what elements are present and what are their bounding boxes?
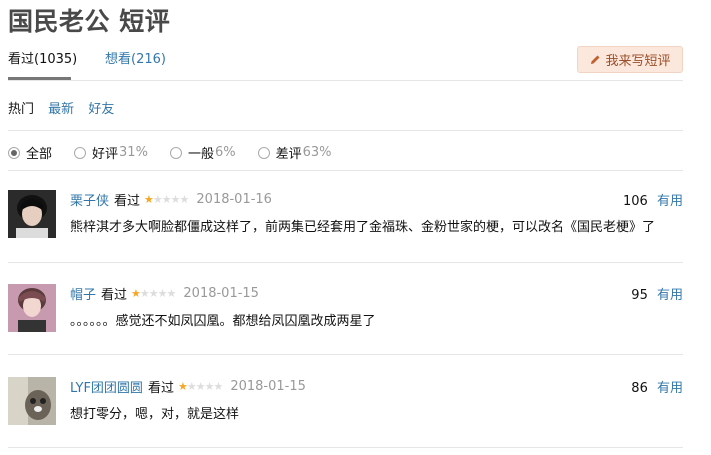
divider bbox=[8, 130, 683, 131]
star-icon: ★ bbox=[166, 287, 177, 300]
star-icon: ★ bbox=[144, 193, 154, 206]
filter-percentage: 6% bbox=[214, 145, 236, 160]
useful-button[interactable]: 有用 bbox=[657, 381, 683, 396]
star-icon: ★ bbox=[213, 380, 223, 393]
comment-date: 2018-01-15 bbox=[183, 286, 259, 301]
comment-author[interactable]: LYF团团圆圆 bbox=[70, 377, 143, 396]
filter-percentage: 31% bbox=[119, 145, 148, 160]
rating-filter: 全部 好评 31% 一般 6% 差评 63% bbox=[8, 143, 354, 162]
sort-bar: 热门 最新 好友 bbox=[8, 98, 124, 117]
filter-label: 全部 bbox=[26, 147, 53, 162]
filter-label: 差评 bbox=[275, 147, 302, 162]
star-icon: ★ bbox=[139, 287, 150, 300]
divider bbox=[8, 170, 683, 171]
useful-button[interactable]: 有用 bbox=[657, 288, 683, 303]
tab-wish[interactable]: 想看(216) bbox=[105, 48, 166, 67]
radio-button[interactable] bbox=[169, 146, 182, 159]
page-title: 国民老公 短评 bbox=[8, 7, 171, 36]
comment-text: 熊梓淇才多大啊脸都僵成这样了，前两集已经套用了金福珠、金粉世家的梗，可以改名《国… bbox=[70, 220, 656, 235]
star-icon: ★ bbox=[195, 380, 206, 393]
star-icon: ★ bbox=[161, 193, 172, 206]
divider bbox=[8, 447, 683, 448]
tab-watched[interactable]: 看过(1035) bbox=[8, 48, 77, 80]
filter-percentage: 63% bbox=[302, 145, 332, 160]
comment-text: 想打零分，嗯，对，就是这样 bbox=[70, 407, 240, 422]
write-review-button[interactable]: 我来写短评 bbox=[577, 46, 683, 73]
divider bbox=[8, 354, 683, 355]
rating-stars: ★ ★ ★ ★ ★ bbox=[177, 380, 223, 393]
radio-button[interactable] bbox=[257, 146, 270, 159]
star-icon: ★ bbox=[204, 380, 215, 393]
divider bbox=[8, 262, 683, 263]
filter-label: 一般 bbox=[187, 147, 214, 162]
filter-all[interactable]: 全部 bbox=[8, 143, 52, 162]
comment-author[interactable]: 帽子 bbox=[70, 284, 96, 303]
star-icon: ★ bbox=[179, 193, 190, 206]
sort-hot[interactable]: 热门 bbox=[8, 102, 34, 117]
avatar[interactable] bbox=[8, 377, 56, 425]
watch-status: 看过 bbox=[114, 194, 141, 209]
comment-date: 2018-01-15 bbox=[230, 379, 306, 394]
filter-positive[interactable]: 好评 31% bbox=[74, 143, 148, 162]
comment-author[interactable]: 栗子侠 bbox=[70, 190, 109, 209]
watch-status: 看过 bbox=[101, 288, 128, 303]
star-icon: ★ bbox=[170, 193, 181, 206]
comment-text: 。。。。。。感觉还不如凤囚凰。都想给凤囚凰改成两星了 bbox=[70, 314, 376, 329]
write-review-label: 我来写短评 bbox=[605, 54, 671, 69]
sort-latest[interactable]: 最新 bbox=[48, 102, 74, 117]
star-icon: ★ bbox=[148, 287, 159, 300]
filter-negative[interactable]: 差评 63% bbox=[257, 143, 332, 162]
filter-label: 好评 bbox=[92, 147, 119, 162]
divider bbox=[8, 80, 683, 81]
rating-stars: ★ ★ ★ ★ ★ bbox=[144, 193, 190, 206]
radio-button[interactable] bbox=[74, 146, 87, 159]
useful-button[interactable]: 有用 bbox=[657, 194, 683, 209]
watch-status: 看过 bbox=[147, 381, 174, 396]
star-icon: ★ bbox=[131, 287, 141, 300]
star-icon: ★ bbox=[177, 380, 188, 393]
star-icon: ★ bbox=[186, 380, 197, 393]
vote-count: 86 bbox=[631, 381, 648, 396]
pencil-icon bbox=[591, 55, 600, 64]
comment-date: 2018-01-16 bbox=[196, 192, 272, 207]
vote-count: 106 bbox=[623, 194, 648, 209]
radio-button[interactable] bbox=[8, 146, 20, 159]
rating-stars: ★ ★ ★ ★ ★ bbox=[131, 287, 177, 300]
vote-count: 95 bbox=[631, 288, 648, 303]
avatar[interactable] bbox=[8, 284, 56, 332]
filter-neutral[interactable]: 一般 6% bbox=[169, 143, 236, 162]
avatar[interactable] bbox=[8, 190, 56, 238]
star-icon: ★ bbox=[157, 287, 168, 300]
sort-friends[interactable]: 好友 bbox=[88, 102, 114, 117]
star-icon: ★ bbox=[152, 193, 163, 206]
